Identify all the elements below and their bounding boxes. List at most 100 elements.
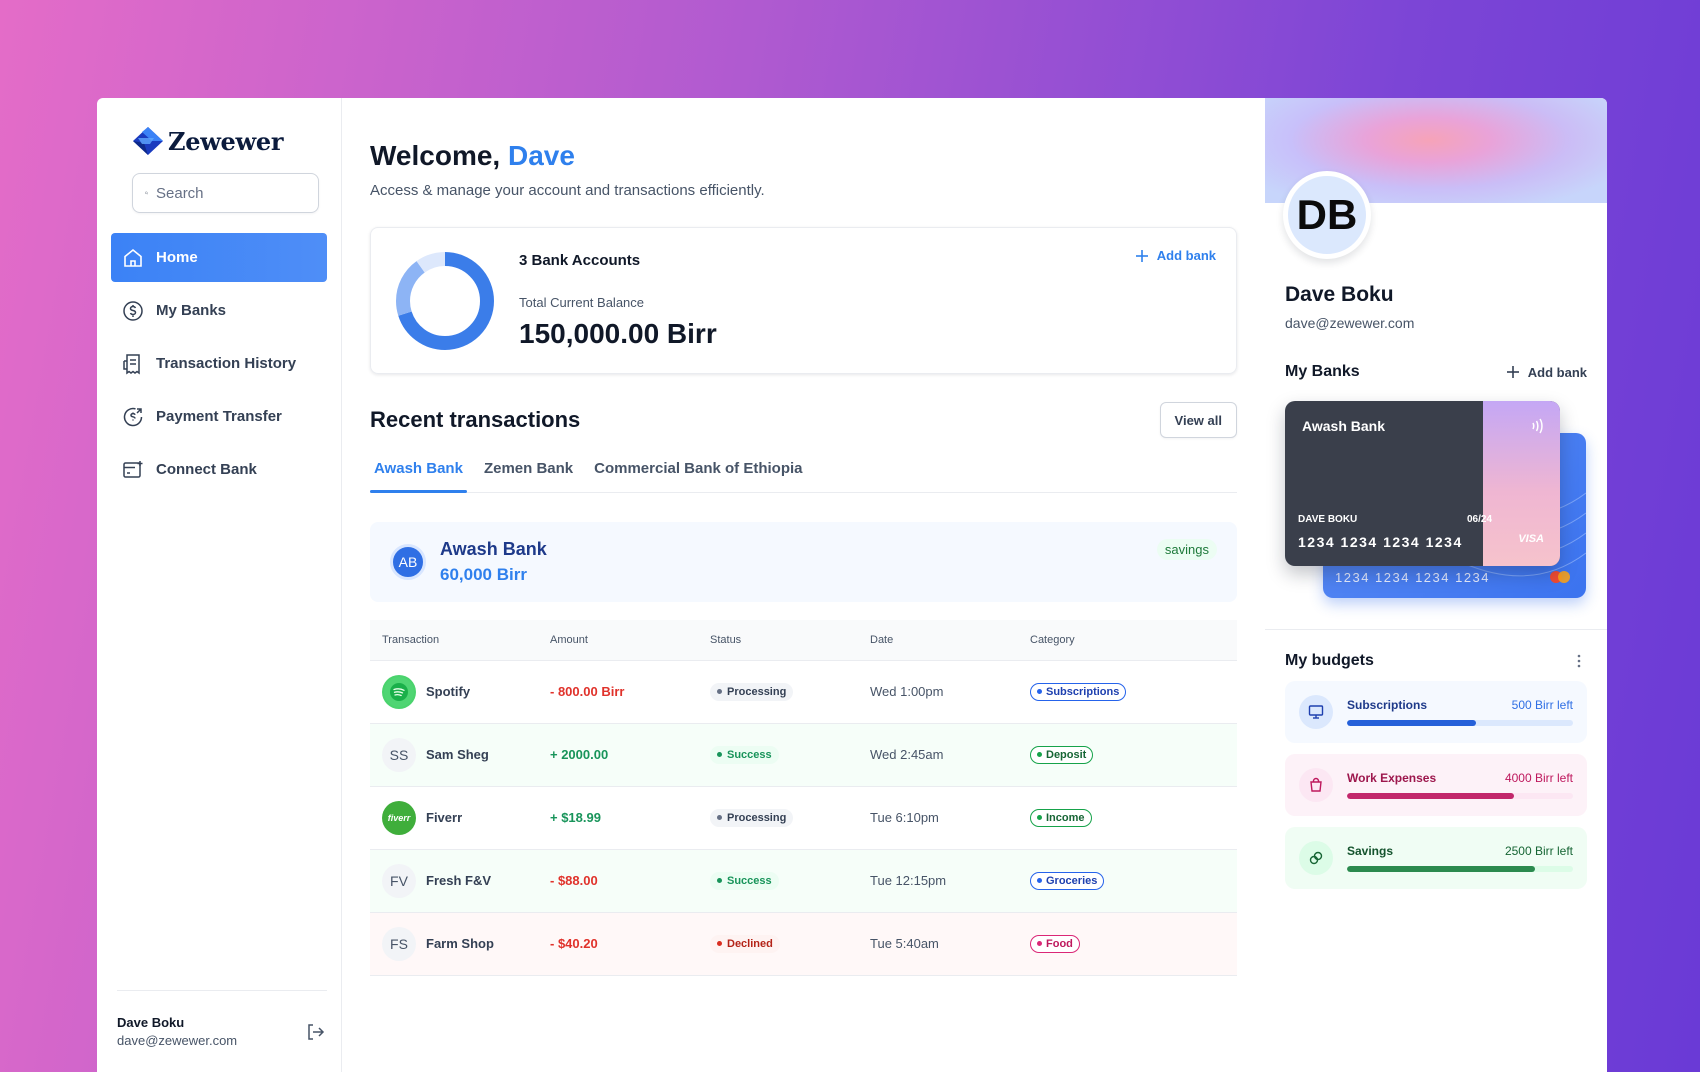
link-icon [1299,841,1333,875]
budget-remaining: 2500 Birr left [1504,844,1573,858]
my-banks-title: My Banks [1285,363,1360,380]
transactions-table: Transaction Amount Status Date Category … [370,620,1237,976]
selected-bank-name: Awash Bank [440,539,547,559]
sidebar-item-my-banks[interactable]: My Banks [111,286,327,335]
column-header-transaction[interactable]: Transaction [370,620,538,661]
budget-item-savings[interactable]: Savings 2500 Birr left [1285,827,1587,889]
sidebar-item-connect-bank[interactable]: Connect Bank [111,445,327,494]
card-bank-name: Awash Bank [1302,418,1385,434]
category-badge: Deposit [1030,745,1094,764]
balance-info: 3 Bank Accounts Total Current Balance 15… [519,252,717,350]
table-row[interactable]: Spotify - 800.00 Birr Processing Wed 1:0… [370,660,1237,723]
transaction-date: Wed 2:45am [870,747,944,762]
add-bank-button[interactable]: Add bank [1135,248,1216,263]
table-row[interactable]: FV Fresh F&V - $88.00 Success Tue 12:15p… [370,849,1237,912]
logo-icon [133,127,163,155]
bank-card-primary[interactable]: Awash Bank DAVE BOKU 06/24 1234 1234 123… [1285,401,1560,566]
sidebar: Zewewer Home My Banks Transaction Histor… [97,98,342,1072]
budget-item-work-expenses[interactable]: Work Expenses 4000 Birr left [1285,754,1587,816]
app-window: Zewewer Home My Banks Transaction Histor… [97,98,1607,1072]
transaction-avatar: SS [382,737,416,772]
footer-user-email: dave@zewewer.com [117,1033,238,1048]
selected-bank-amount: 60,000 Birr [440,565,527,584]
transaction-name: Spotify [426,684,471,699]
my-banks-header: My Banks Add bank [1265,363,1607,381]
table-row[interactable]: fiverr Fiverr + $18.99 Processing Tue 6:… [370,786,1237,849]
profile-avatar: DB [1283,171,1371,259]
logo-text: Zewewer [168,126,284,156]
card-add-icon [123,460,143,478]
sidebar-item-home[interactable]: Home [111,233,327,282]
sidebar-item-label: My Banks [156,302,227,319]
table-row[interactable]: SS Sam Sheg + 2000.00 Success Wed 2:45am… [370,723,1237,786]
fiverr-logo-icon: fiverr [382,800,416,835]
budget-remaining: 500 Birr left [1511,698,1573,712]
budget-item-subscriptions[interactable]: Subscriptions 500 Birr left [1285,681,1587,743]
column-header-category[interactable]: Category [1018,620,1237,661]
status-badge: Success [710,745,779,764]
budget-remaining: 4000 Birr left [1504,771,1573,785]
budget-progress-bar [1347,793,1573,799]
tab-commercial-bank-of-ethiopia[interactable]: Commercial Bank of Ethiopia [590,460,806,492]
recent-transactions-title: Recent transactions [370,407,581,432]
transaction-avatar: FV [382,863,416,898]
page-subtitle: Access & manage your account and transac… [370,182,765,199]
footer-user-name: Dave Boku [117,1015,185,1030]
plus-icon [1506,366,1519,378]
transaction-amount: - 800.00 Birr [550,684,625,699]
transaction-date: Tue 6:10pm [870,810,939,825]
search-box[interactable] [132,173,319,213]
transaction-amount: - $40.20 [550,936,598,951]
transaction-amount: + 2000.00 [550,747,609,762]
transaction-avatar: FS [382,926,416,961]
column-header-amount[interactable]: Amount [538,620,698,661]
bank-avatar: AB [390,544,426,580]
current-user: Dave Boku dave@zewewer.com [117,1015,237,1048]
budget-progress-fill [1347,793,1515,799]
plus-icon [1135,249,1148,262]
welcome-user-name: Dave [507,140,575,171]
recent-transactions-header: Recent transactions View all [370,402,1237,438]
search-icon [145,191,148,195]
transaction-name: Farm Shop [426,936,494,951]
transaction-name: Fresh F&V [426,873,492,888]
budget-name: Subscriptions [1347,698,1428,712]
budget-name: Work Expenses [1347,771,1437,785]
budget-progress-fill [1347,720,1476,726]
status-badge: Declined [710,934,780,953]
sidebar-item-transaction-history[interactable]: Transaction History [111,339,327,388]
sidebar-item-label: Home [156,249,198,266]
sidebar-nav: Home My Banks Transaction History Paymen… [111,233,327,494]
table-row[interactable]: FS Farm Shop - $40.20 Declined Tue 5:40a… [370,912,1237,975]
card-expiry: 06/24 [1467,514,1493,525]
profile-name: Dave Boku [1285,283,1394,306]
tab-awash-bank[interactable]: Awash Bank [370,460,467,493]
sidebar-item-label: Transaction History [156,355,297,372]
search-input[interactable] [156,184,306,202]
more-vertical-icon[interactable] [1571,653,1587,669]
logout-icon[interactable] [305,1022,325,1042]
transaction-date: Wed 1:00pm [870,684,944,699]
profile-panel: DB Dave Boku dave@zewewer.com My Banks A… [1265,98,1607,1072]
tab-zemen-bank[interactable]: Zemen Bank [480,460,577,492]
sidebar-item-label: Payment Transfer [156,408,282,425]
transaction-amount: - $88.00 [550,873,598,888]
panel-divider [1265,629,1607,630]
logo[interactable]: Zewewer [132,126,327,156]
budget-name: Savings [1347,844,1394,858]
budgets-title: My budgets [1285,652,1374,669]
category-badge: Groceries [1030,871,1105,890]
add-bank-button[interactable]: Add bank [1506,365,1587,380]
sidebar-item-payment-transfer[interactable]: Payment Transfer [111,392,327,441]
category-badge: Subscriptions [1030,682,1127,701]
view-all-button[interactable]: View all [1159,402,1237,438]
sidebar-item-label: Connect Bank [156,461,257,478]
transaction-name: Fiverr [426,810,463,825]
column-header-status[interactable]: Status [698,620,858,661]
add-bank-label: Add bank [1527,364,1587,380]
selected-bank-summary: AB Awash Bank 60,000 Birr savings [370,522,1237,602]
transaction-amount: + $18.99 [550,810,601,825]
transaction-date: Tue 5:40am [870,936,939,951]
column-header-date[interactable]: Date [858,620,1018,661]
card-number: 1234 1234 1234 1234 [1298,534,1463,550]
